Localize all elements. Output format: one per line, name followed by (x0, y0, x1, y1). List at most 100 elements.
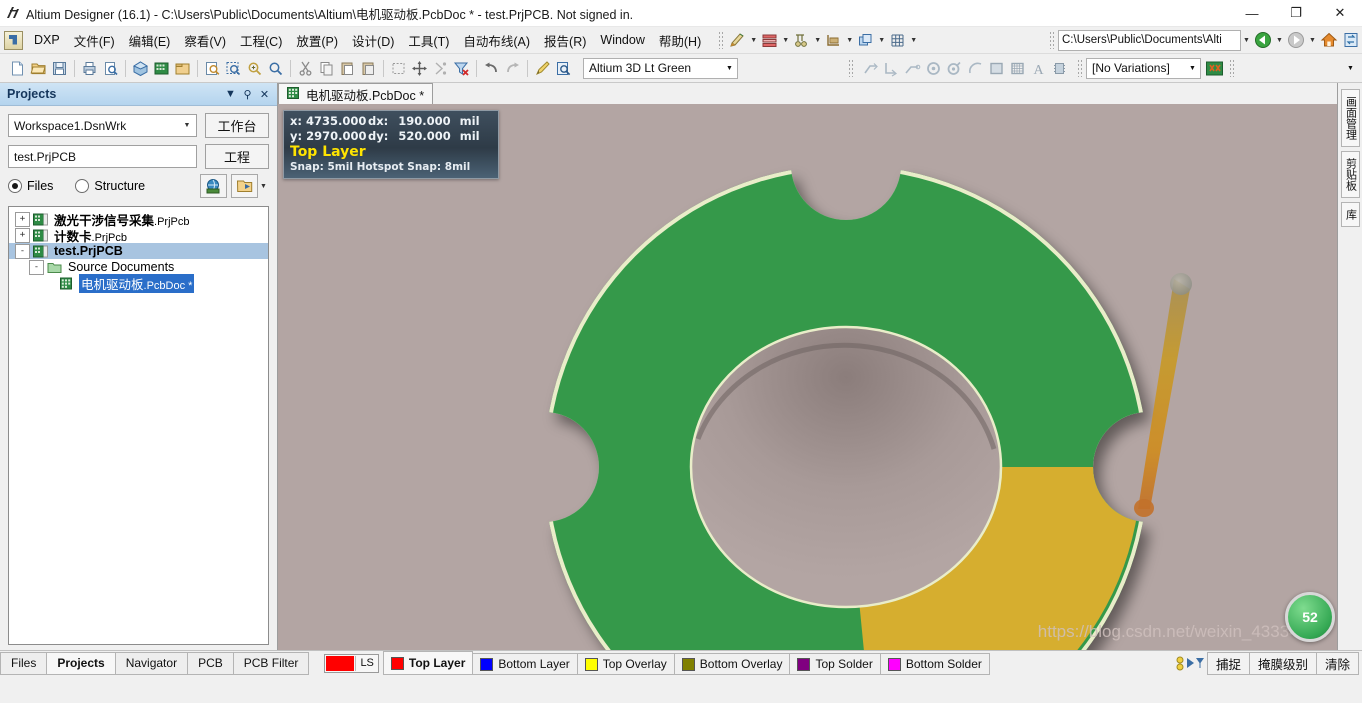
zoom-in-icon[interactable] (244, 58, 265, 78)
project-open-icon[interactable] (231, 174, 258, 198)
print-icon[interactable] (79, 58, 100, 78)
zoom-select-icon[interactable] (265, 58, 286, 78)
chevron-down-icon-2[interactable]: ▼ (780, 30, 791, 50)
layer-set-label[interactable]: LS (355, 655, 377, 671)
layer-tab-bottom-solder[interactable]: Bottom Solder (879, 653, 990, 675)
path-toolbar-grip[interactable] (1049, 31, 1054, 49)
clear-filter-icon[interactable] (451, 58, 472, 78)
layer-tab-top-overlay[interactable]: Top Overlay (576, 653, 675, 675)
tree-item-counter-project[interactable]: + 计数卡.PrjPcb (9, 227, 268, 244)
find-similar-objects-icon[interactable] (791, 30, 812, 50)
menu-item-edit[interactable]: 编辑(E) (122, 27, 178, 54)
print-preview-icon[interactable] (100, 58, 121, 78)
panel-tab-navigator[interactable]: Navigator (114, 651, 189, 675)
menu-item-help[interactable]: 帮助(H) (652, 27, 708, 54)
radio-structure[interactable]: Structure (75, 179, 145, 193)
place-arc-icon[interactable] (965, 58, 986, 78)
forward-chevron-down-icon[interactable]: ▼ (1307, 30, 1318, 50)
panel-pin-icon[interactable]: ⚲ (239, 86, 256, 103)
document-tab-pcb[interactable]: 电机驱动板.PcbDoc * (278, 83, 434, 104)
empty-chevron-down-icon[interactable]: ▼ (1343, 65, 1358, 72)
vertical-tab-0[interactable]: 画面管理 (1340, 89, 1360, 147)
layer-tab-bottom-overlay[interactable]: Bottom Overlay (673, 653, 791, 675)
menu-item-dxp[interactable]: DXP (27, 29, 67, 51)
panel-tab-pcb[interactable]: PCB (187, 651, 234, 675)
inspect-icon[interactable] (553, 58, 574, 78)
pcb-board-3d-view[interactable] (278, 104, 1337, 650)
place-line-icon[interactable] (860, 58, 881, 78)
variations-chevron-down-icon[interactable]: ▼ (1185, 65, 1200, 72)
chevron-down-icon-3[interactable]: ▼ (812, 30, 823, 50)
place-fill-icon[interactable] (986, 58, 1007, 78)
project-options-icon[interactable] (200, 174, 227, 198)
panel-close-icon[interactable]: ✕ (256, 86, 273, 103)
open-document-icon[interactable] (28, 58, 49, 78)
paste-icon[interactable] (337, 58, 358, 78)
snap-button[interactable]: 捕捉 (1206, 651, 1250, 675)
close-button[interactable]: ✕ (1318, 0, 1362, 26)
chevron-down-icon-6[interactable]: ▼ (908, 30, 919, 50)
back-navigation-icon[interactable] (1252, 30, 1274, 50)
layer-tab-top-solder[interactable]: Top Solder (789, 653, 881, 675)
redo-icon[interactable] (502, 58, 523, 78)
paste-special-icon[interactable] (358, 58, 379, 78)
place-via-icon[interactable] (923, 58, 944, 78)
menu-item-window[interactable]: Window (593, 29, 651, 51)
vertical-tab-1[interactable]: 剪贴板 (1340, 151, 1360, 198)
zoom-document-icon[interactable] (202, 58, 223, 78)
copy-icon[interactable] (316, 58, 337, 78)
pcb-canvas[interactable]: x: 4735.000 dx: 190.000 mil y: 2970.000 … (278, 104, 1337, 650)
workspace-chevron-down-icon[interactable]: ▼ (178, 122, 196, 129)
layer-stack-icon[interactable] (759, 30, 780, 50)
place-string-icon[interactable]: A (1028, 58, 1049, 78)
forward-navigation-icon[interactable] (1285, 30, 1307, 50)
panel-tab-files[interactable]: Files (0, 651, 48, 675)
menu-item-design[interactable]: 设计(D) (345, 27, 401, 54)
output-job-icon[interactable] (1204, 58, 1225, 78)
panel-tab-pcb-filter[interactable]: PCB Filter (232, 651, 310, 675)
chevron-down-icon-5[interactable]: ▼ (876, 30, 887, 50)
expander-icon-2[interactable]: + (15, 227, 30, 243)
variations-combo[interactable]: [No Variations] ▼ (1086, 57, 1201, 79)
empty-combo[interactable]: ▼ (1238, 57, 1359, 79)
zoom-level-badge[interactable]: 52 (1285, 592, 1335, 642)
menu-item-file[interactable]: 文件(F) (67, 27, 122, 54)
project-field[interactable]: test.PrjPCB (8, 145, 197, 168)
style-chevron-down-icon[interactable]: ▼ (722, 65, 737, 72)
menu-item-place[interactable]: 放置(P) (289, 27, 345, 54)
layer-set-selector[interactable]: LS (324, 653, 379, 673)
grid-icon[interactable] (887, 30, 908, 50)
move-icon[interactable] (409, 58, 430, 78)
end-toolbar-grip[interactable] (1229, 59, 1234, 77)
layer-tab-bottom-layer[interactable]: Bottom Layer (472, 653, 578, 675)
chevron-down-icon-4[interactable]: ▼ (844, 30, 855, 50)
zoom-area-icon[interactable] (223, 58, 244, 78)
pcb-board-icon[interactable] (151, 58, 172, 78)
save-icon[interactable] (49, 58, 70, 78)
mask-level-indicator-icon[interactable] (1172, 655, 1208, 671)
refresh-icon[interactable] (1340, 30, 1362, 50)
undo-icon[interactable] (481, 58, 502, 78)
menu-item-view[interactable]: 察看(V) (177, 27, 233, 54)
tree-item-test-project[interactable]: - test.PrjPCB (9, 243, 268, 259)
vertical-tab-2[interactable]: 库 (1340, 202, 1360, 227)
cut-icon[interactable] (295, 58, 316, 78)
expander-icon-4[interactable]: - (29, 259, 44, 275)
menu-item-autoroute[interactable]: 自动布线(A) (456, 27, 537, 54)
tree-item-laser-project[interactable]: + 激光干涉信号采集.PrjPcb (9, 211, 268, 228)
maximize-button[interactable]: ❐ (1274, 0, 1318, 26)
place-component-icon[interactable] (1049, 58, 1070, 78)
layer-tab-top-layer[interactable]: Top Layer (382, 651, 474, 675)
menu-item-tools[interactable]: 工具(T) (401, 27, 456, 54)
view-3d-icon[interactable] (130, 58, 151, 78)
open-project-icon[interactable] (172, 58, 193, 78)
mask-level-button[interactable]: 掩膜级别 (1248, 651, 1317, 675)
panel-menu-icon[interactable]: ▼ (222, 86, 239, 103)
project-button[interactable]: 工程 (205, 144, 269, 169)
project-open-chevron-down-icon[interactable]: ▼ (258, 176, 269, 196)
interactive-route-icon[interactable] (902, 58, 923, 78)
panel-tab-projects[interactable]: Projects (46, 651, 116, 675)
board-style-combo[interactable]: Altium 3D Lt Green ▼ (583, 57, 738, 79)
back-chevron-down-icon[interactable]: ▼ (1274, 30, 1285, 50)
highlight-pen-icon[interactable] (532, 58, 553, 78)
